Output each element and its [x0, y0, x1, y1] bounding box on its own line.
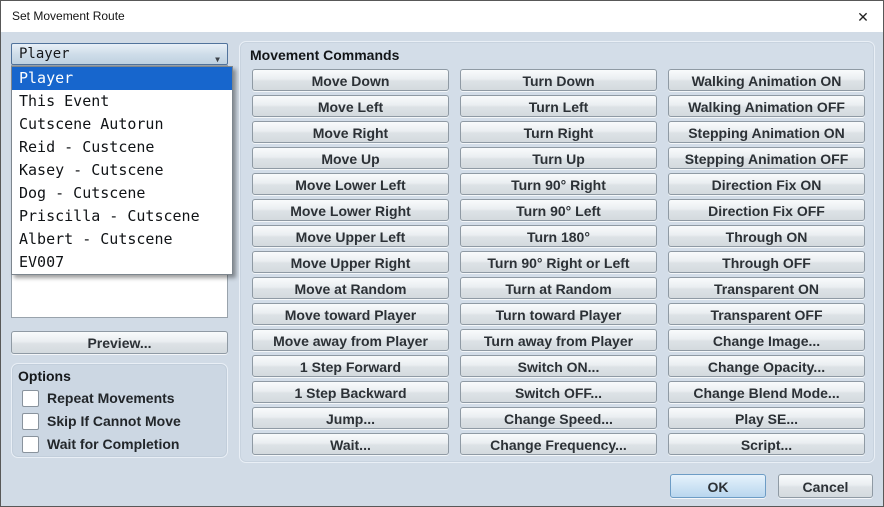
command-button[interactable]: Move Left — [252, 95, 449, 117]
option-label: Repeat Movements — [47, 390, 175, 406]
command-button[interactable]: 1 Step Forward — [252, 355, 449, 377]
command-button[interactable]: Play SE... — [668, 407, 865, 429]
command-button[interactable]: Turn Down — [460, 69, 657, 91]
option-checkbox[interactable] — [22, 435, 39, 453]
option-row: Skip If Cannot Move — [22, 410, 227, 432]
dropdown-item[interactable]: Dog - Cutscene — [12, 182, 232, 205]
movement-commands-title: Movement Commands — [250, 47, 400, 63]
command-button[interactable]: Transparent ON — [668, 277, 865, 299]
command-button[interactable]: Move at Random — [252, 277, 449, 299]
command-button[interactable]: Walking Animation OFF — [668, 95, 865, 117]
command-button[interactable]: Move Upper Right — [252, 251, 449, 273]
command-column-toggles: Walking Animation ON Walking Animation OF… — [668, 69, 865, 459]
target-dropdown-list: Player This Event Cutscene Autorun Reid … — [11, 66, 233, 275]
set-movement-route-dialog: Set Movement Route ✕ Player ▼ Player Thi… — [0, 0, 884, 507]
dropdown-item[interactable]: Albert - Cutscene — [12, 228, 232, 251]
options-checkbox-list: Repeat Movements Skip If Cannot Move Wai… — [18, 387, 227, 455]
dropdown-item[interactable]: Reid - Custcene — [12, 136, 232, 159]
command-button[interactable]: Stepping Animation ON — [668, 121, 865, 143]
command-button[interactable]: Direction Fix ON — [668, 173, 865, 195]
command-button[interactable]: Transparent OFF — [668, 303, 865, 325]
command-button[interactable]: Turn Up — [460, 147, 657, 169]
command-button[interactable]: 1 Step Backward — [252, 381, 449, 403]
command-button[interactable]: Turn 180° — [460, 225, 657, 247]
command-button[interactable]: Through OFF — [668, 251, 865, 273]
close-button[interactable]: ✕ — [851, 6, 875, 28]
command-button[interactable]: Change Blend Mode... — [668, 381, 865, 403]
dropdown-item[interactable]: Kasey - Cutscene — [12, 159, 232, 182]
ok-button[interactable]: OK — [670, 474, 766, 498]
command-button[interactable]: Move Up — [252, 147, 449, 169]
option-label: Wait for Completion — [47, 436, 180, 452]
command-button[interactable]: Turn at Random — [460, 277, 657, 299]
target-combobox-value: Player — [19, 46, 70, 62]
command-button[interactable]: Wait... — [252, 433, 449, 455]
command-button[interactable]: Change Opacity... — [668, 355, 865, 377]
command-button[interactable]: Through ON — [668, 225, 865, 247]
movement-commands-group: Movement Commands Move Down Move Left Move… — [239, 41, 875, 463]
command-button[interactable]: Change Image... — [668, 329, 865, 351]
option-row: Wait for Completion — [22, 433, 227, 455]
preview-button[interactable]: Preview... — [11, 331, 228, 354]
command-button[interactable]: Switch OFF... — [460, 381, 657, 403]
titlebar: Set Movement Route ✕ — [1, 1, 883, 32]
command-button[interactable]: Switch ON... — [460, 355, 657, 377]
command-button[interactable]: Move Lower Left — [252, 173, 449, 195]
dropdown-item[interactable]: This Event — [12, 90, 232, 113]
command-button[interactable]: Turn 90° Left — [460, 199, 657, 221]
command-button[interactable]: Move Lower Right — [252, 199, 449, 221]
close-icon: ✕ — [857, 9, 869, 25]
command-button[interactable]: Direction Fix OFF — [668, 199, 865, 221]
option-checkbox[interactable] — [22, 412, 39, 430]
command-button[interactable]: Move Right — [252, 121, 449, 143]
command-button[interactable]: Turn away from Player — [460, 329, 657, 351]
option-row: Repeat Movements — [22, 387, 227, 409]
command-button[interactable]: Turn toward Player — [460, 303, 657, 325]
option-label: Skip If Cannot Move — [47, 413, 181, 429]
command-button[interactable]: Move toward Player — [252, 303, 449, 325]
command-button[interactable]: Turn 90° Right — [460, 173, 657, 195]
command-column-turn: Turn Down Turn Left Turn Right Turn Up Turn … — [460, 69, 657, 459]
dropdown-item[interactable]: EV007 — [12, 251, 232, 274]
command-column-move: Move Down Move Left Move Right Move Up Move … — [252, 69, 449, 459]
command-button[interactable]: Move Down — [252, 69, 449, 91]
target-combobox[interactable]: Player ▼ — [11, 43, 228, 65]
cancel-button[interactable]: Cancel — [778, 474, 873, 498]
dropdown-item[interactable]: Cutscene Autorun — [12, 113, 232, 136]
command-button[interactable]: Change Frequency... — [460, 433, 657, 455]
command-button[interactable]: Change Speed... — [460, 407, 657, 429]
command-button[interactable]: Move Upper Left — [252, 225, 449, 247]
dropdown-item[interactable]: Player — [12, 67, 232, 90]
option-checkbox[interactable] — [22, 389, 39, 407]
command-button[interactable]: Jump... — [252, 407, 449, 429]
command-button[interactable]: Stepping Animation OFF — [668, 147, 865, 169]
command-button[interactable]: Script... — [668, 433, 865, 455]
command-button[interactable]: Turn Left — [460, 95, 657, 117]
command-button[interactable]: Turn Right — [460, 121, 657, 143]
window-title: Set Movement Route — [12, 9, 125, 23]
options-group-title: Options — [18, 368, 71, 384]
options-group: Options Repeat Movements Skip If Cannot … — [11, 363, 228, 458]
dropdown-item[interactable]: Priscilla - Cutscene — [12, 205, 232, 228]
command-button[interactable]: Walking Animation ON — [668, 69, 865, 91]
command-button[interactable]: Turn 90° Right or Left — [460, 251, 657, 273]
command-button[interactable]: Move away from Player — [252, 329, 449, 351]
